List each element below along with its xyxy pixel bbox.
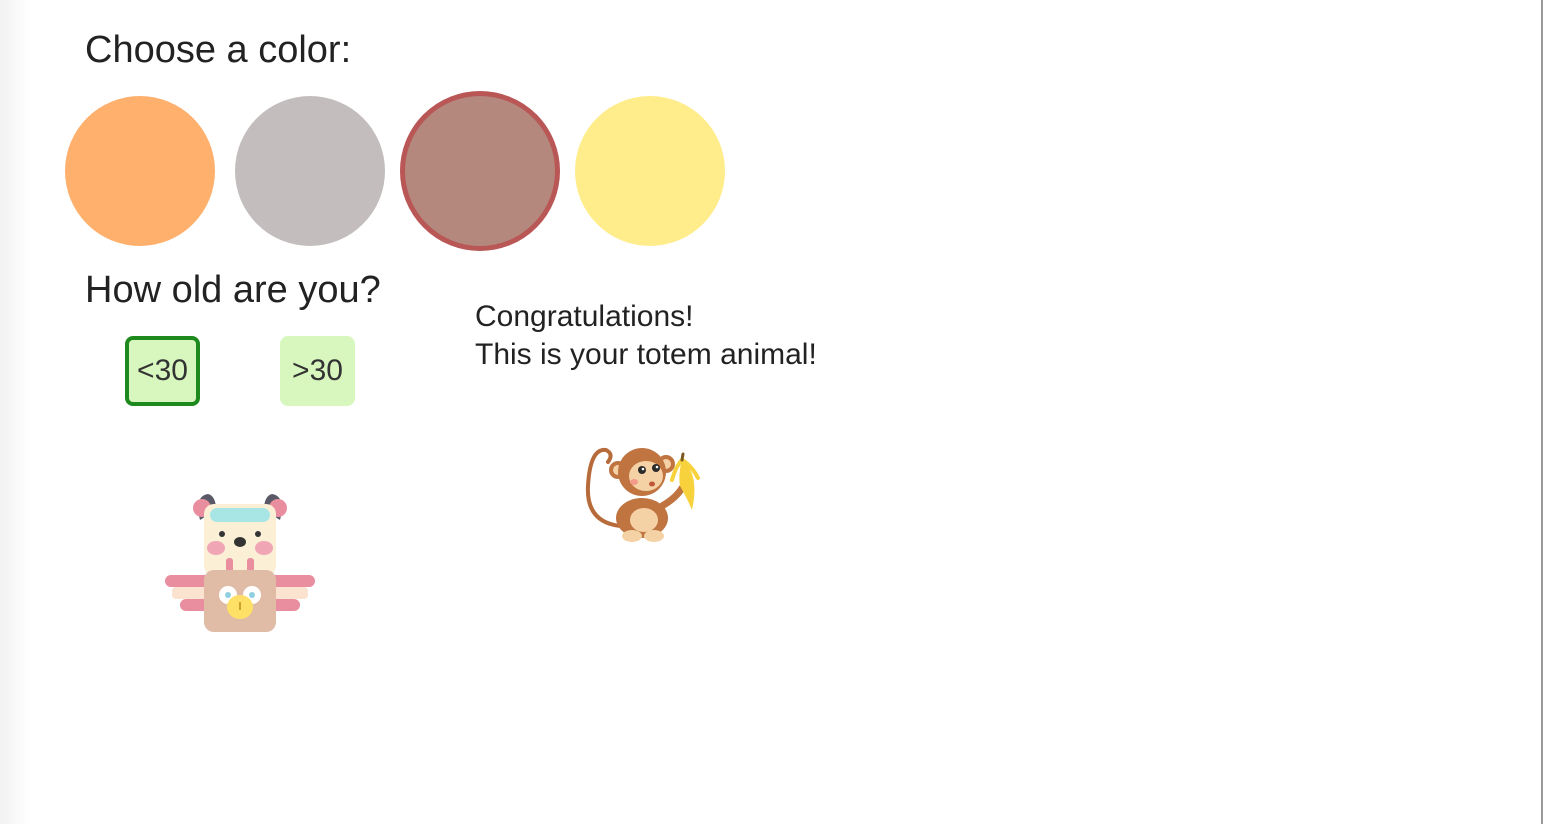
age-question-heading: How old are you? bbox=[85, 269, 381, 311]
choose-color-heading: Choose a color: bbox=[85, 29, 352, 71]
color-option-orange[interactable] bbox=[65, 96, 215, 246]
age-over-30-button[interactable]: >30 bbox=[280, 336, 355, 406]
color-option-brown-selected[interactable] bbox=[400, 91, 560, 251]
page: Choose a color: How old are you? <30 >30 bbox=[0, 0, 1543, 824]
result-message: Congratulations! This is your totem anim… bbox=[475, 298, 817, 374]
color-option-gray[interactable] bbox=[235, 96, 385, 246]
age-under-30-button[interactable]: <30 bbox=[125, 336, 200, 406]
left-edge-shadow bbox=[0, 0, 30, 824]
result-line-congratulations: Congratulations! bbox=[475, 300, 694, 333]
totem-pole-icon bbox=[165, 494, 315, 632]
color-option-yellow[interactable] bbox=[575, 96, 725, 246]
monkey-with-banana-icon bbox=[585, 447, 700, 542]
result-line-totem-animal: This is your totem animal! bbox=[475, 338, 817, 371]
